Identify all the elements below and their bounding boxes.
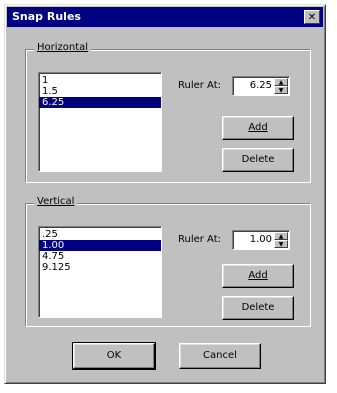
up-arrow-icon[interactable]: ▲ <box>274 232 288 240</box>
ok-label: OK <box>106 350 122 361</box>
horizontal-legend: Horizontal <box>34 42 92 53</box>
title-bar[interactable]: Snap Rules ✕ <box>7 7 323 27</box>
list-item[interactable]: 1.5 <box>39 86 161 97</box>
list-item[interactable]: 6.25 <box>39 97 161 108</box>
add-label: Add <box>248 270 268 281</box>
ruler-value[interactable]: 1.00 <box>250 234 272 245</box>
add-label: Add <box>248 122 268 133</box>
list-item[interactable]: .25 <box>39 229 161 240</box>
vertical-list[interactable]: .25 1.00 4.75 9.125 <box>38 226 162 318</box>
cancel-button[interactable]: Cancel <box>179 343 261 369</box>
snap-rules-dialog: Snap Rules ✕ Horizontal 1 1.5 6.25 Ruler… <box>4 4 326 384</box>
dialog-title: Snap Rules <box>12 10 81 23</box>
ruler-at-label: Ruler At: <box>178 80 222 91</box>
vertical-ruler-spinner[interactable]: 1.00 ▲ ▼ <box>232 230 290 250</box>
list-item[interactable]: 9.125 <box>39 262 161 273</box>
vertical-legend: Vertical <box>34 196 78 207</box>
horizontal-group: Horizontal 1 1.5 6.25 Ruler At: 6.25 ▲ ▼… <box>25 42 311 183</box>
close-icon: ✕ <box>307 12 317 23</box>
ok-button[interactable]: OK <box>72 342 156 370</box>
up-arrow-icon[interactable]: ▲ <box>274 78 288 86</box>
horizontal-ruler-spinner[interactable]: 6.25 ▲ ▼ <box>232 76 290 96</box>
vertical-add-button[interactable]: Add <box>222 264 294 288</box>
down-arrow-icon[interactable]: ▼ <box>274 240 288 248</box>
vertical-delete-button[interactable]: Delete <box>222 296 294 320</box>
list-item[interactable]: 1.00 <box>39 240 161 251</box>
cancel-label: Cancel <box>203 350 237 361</box>
ruler-value[interactable]: 6.25 <box>250 80 272 91</box>
list-item[interactable]: 4.75 <box>39 251 161 262</box>
list-item[interactable]: 1 <box>39 75 161 86</box>
ruler-at-label: Ruler At: <box>178 234 222 245</box>
delete-label: Delete <box>241 154 275 165</box>
vertical-group: Vertical .25 1.00 4.75 9.125 Ruler At: 1… <box>25 196 311 327</box>
horizontal-add-button[interactable]: Add <box>222 116 294 140</box>
close-button[interactable]: ✕ <box>304 10 320 24</box>
horizontal-list[interactable]: 1 1.5 6.25 <box>38 72 162 172</box>
down-arrow-icon[interactable]: ▼ <box>274 86 288 94</box>
delete-label: Delete <box>241 302 275 313</box>
horizontal-delete-button[interactable]: Delete <box>222 148 294 172</box>
